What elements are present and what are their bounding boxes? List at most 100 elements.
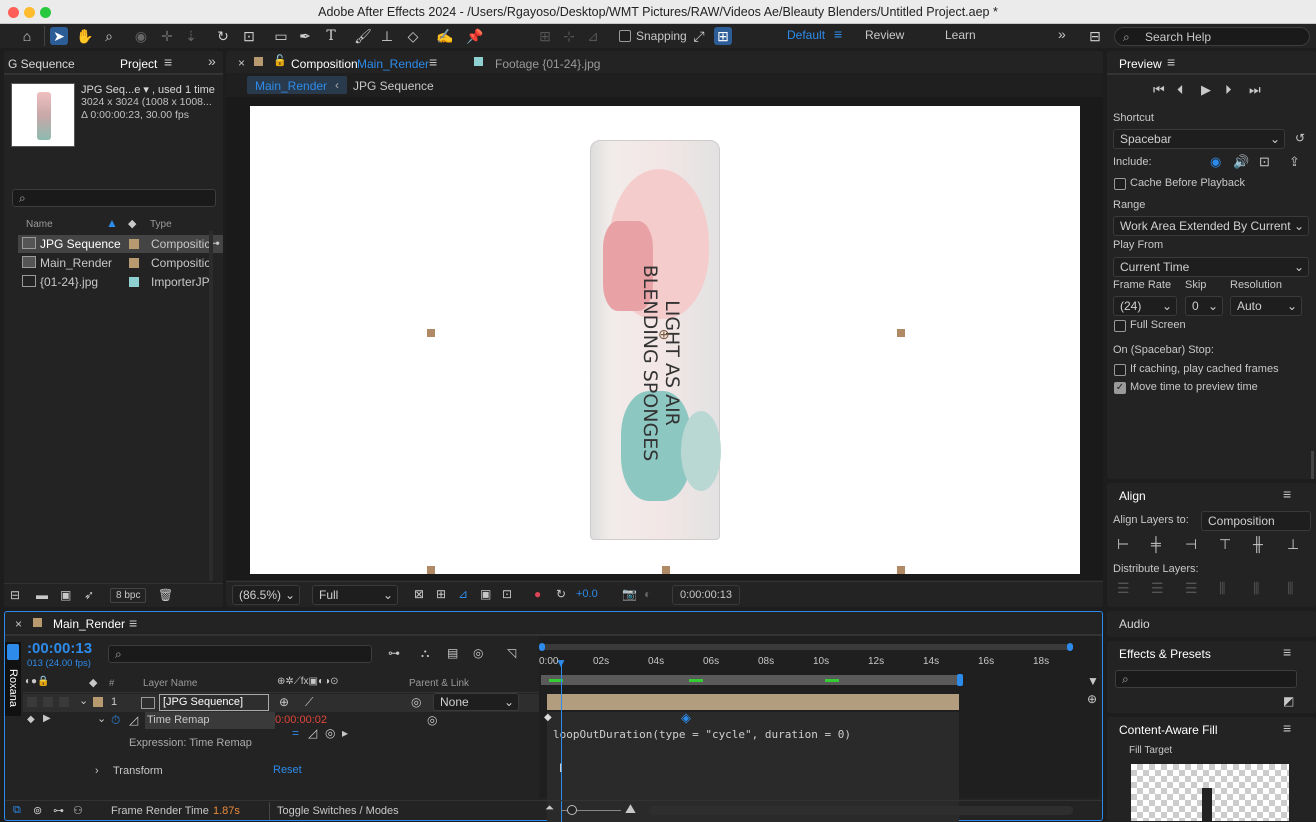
align-left-icon[interactable]: ⊢	[1117, 536, 1129, 553]
collapse-chevron-icon[interactable]: ⌄	[97, 712, 106, 725]
fast-preview-icon[interactable]: ⊠	[414, 587, 424, 601]
layer-row[interactable]: ⌄ 1 [JPG Sequence] ⊕ ⟋ ◎ None ⌄	[23, 693, 539, 712]
sort-ascending-icon[interactable]: ▲	[106, 216, 118, 230]
time-remap-row[interactable]: ◆ ▶ ⌄ ⏱ ◿ Time Remap 0:00:00:02 ◎	[23, 712, 539, 730]
audio-title[interactable]: Audio	[1119, 617, 1150, 631]
anchor-point-icon[interactable]: ⊕	[658, 326, 670, 343]
frame-blending-icon[interactable]: ▤	[447, 646, 458, 660]
last-frame-icon[interactable]: ⏭	[1249, 82, 1261, 98]
distribute-left-icon[interactable]: ⫼	[1219, 580, 1225, 597]
expression-enable-icon[interactable]: =	[292, 726, 299, 740]
layer-handle[interactable]	[897, 566, 905, 574]
quality-switch-icon[interactable]: ⟋	[305, 695, 313, 710]
include-overlays-icon[interactable]: ⊡	[1259, 154, 1270, 170]
expand-layers-icon[interactable]: ⊕	[1087, 692, 1097, 706]
solo-toggle[interactable]	[43, 697, 53, 707]
distribute-vcenter-icon[interactable]: ☰	[1151, 580, 1164, 597]
distribute-right-icon[interactable]: ⫼	[1287, 580, 1293, 597]
distribute-bottom-icon[interactable]: ☰	[1185, 580, 1198, 597]
render-queue-icon[interactable]: ➶	[84, 588, 94, 602]
axis-world-icon[interactable]: ⊹	[560, 27, 578, 45]
previous-frame-icon[interactable]: ⏴	[1177, 82, 1184, 98]
reset-shortcut-icon[interactable]: ↺	[1295, 131, 1305, 145]
home-icon[interactable]: ⌂	[18, 27, 36, 45]
breadcrumb-main-render[interactable]: Main_Render	[255, 79, 327, 93]
new-preset-icon[interactable]: ◩	[1283, 694, 1294, 708]
external-video-icon[interactable]: ⇪	[1289, 154, 1300, 170]
rectangle-tool-icon[interactable]: ▭	[272, 27, 290, 45]
panel-menu-icon[interactable]: ≡	[429, 54, 437, 70]
collapse-chevron-icon[interactable]: ⌄	[79, 694, 88, 707]
comp-flowchart-icon[interactable]: ⊶	[388, 646, 400, 660]
align-horizontal-center-icon[interactable]: ╪	[1151, 536, 1161, 552]
reset-exposure-icon[interactable]: ↻	[556, 587, 566, 601]
timeline-tab[interactable]: Main_Render	[53, 617, 125, 631]
roto-brush-tool-icon[interactable]: ✍	[436, 27, 454, 45]
current-time-display[interactable]: 0:00:00:13	[672, 585, 740, 605]
interpret-footage-icon[interactable]: ⊟	[10, 588, 20, 602]
show-snapshot-icon[interactable]: ◐	[644, 587, 651, 601]
layer-handle[interactable]	[897, 329, 905, 337]
selection-tool-icon[interactable]: ➤	[50, 27, 68, 45]
clone-stamp-tool-icon[interactable]: ⊥	[378, 27, 396, 45]
tab-footage[interactable]: Footage {01-24}.jpg	[495, 57, 600, 71]
keyframe-icon[interactable]: ◆	[544, 712, 552, 723]
include-video-icon[interactable]: ◉	[1210, 154, 1221, 170]
pen-tool-icon[interactable]: ✒	[296, 27, 314, 45]
skip-dropdown[interactable]: 0 ⌄	[1185, 296, 1223, 316]
panel-menu-icon[interactable]: ≡	[1283, 720, 1291, 736]
panel-menu-icon[interactable]: ≡	[1283, 486, 1291, 502]
panel-overflow-icon[interactable]: »	[208, 53, 216, 69]
pick-whip-icon[interactable]: ◎	[411, 695, 421, 709]
graph-icon[interactable]: ◿	[129, 713, 138, 727]
panel-menu-icon[interactable]: ≡	[1167, 54, 1175, 70]
hand-tool-icon[interactable]: ✋	[76, 27, 94, 45]
current-time-indicator[interactable]	[561, 660, 562, 822]
snap-features-icon[interactable]: ⊞	[714, 27, 732, 45]
play-from-dropdown[interactable]: Current Time ⌄	[1113, 257, 1309, 277]
layer-name-header[interactable]: Layer Name	[143, 678, 197, 689]
breadcrumb-jpg-sequence[interactable]: JPG Sequence	[353, 79, 434, 93]
stopwatch-icon[interactable]: ⏱	[111, 713, 120, 728]
workspace-default[interactable]: Default	[787, 28, 825, 42]
timeline-timecode[interactable]: :00:00:13	[27, 640, 92, 657]
switches-header-icon[interactable]: ⊕✲⟋fx▣◐◑⊙	[277, 676, 338, 687]
graph-editor-icon[interactable]: ◹	[507, 646, 516, 660]
workspace-learn[interactable]: Learn	[945, 28, 976, 42]
pan-camera-icon[interactable]: ✛	[158, 27, 176, 45]
expression-text[interactable]: loopOutDuration(type = "cycle", duration…	[553, 728, 851, 741]
label-column-icon[interactable]: ◆	[128, 217, 136, 230]
panel-menu-icon[interactable]: ≡	[1283, 644, 1291, 660]
column-name-header[interactable]: Name	[26, 219, 53, 230]
lock-toggle[interactable]	[59, 697, 69, 707]
range-dropdown[interactable]: Work Area Extended By Current ... ⌄	[1113, 216, 1309, 236]
keyframe-navigator-icon[interactable]: ◆	[27, 714, 35, 725]
collapse-transform-icon[interactable]: ⊕	[279, 695, 289, 709]
transfer-controls-icon[interactable]: ⊚	[33, 804, 42, 817]
project-item-row[interactable]: {01-24}.jpg ImporterJP	[18, 273, 223, 291]
brush-tool-icon[interactable]: 🖌	[354, 27, 372, 45]
work-area-end-handle[interactable]	[957, 674, 963, 686]
draft-3d-icon[interactable]: ⛬	[421, 646, 429, 661]
snapping-options-icon[interactable]: ⤢	[690, 27, 708, 45]
snapshot-icon[interactable]: 📷	[622, 587, 637, 601]
expand-triangle-icon[interactable]: ›	[95, 765, 99, 777]
composition-tab-prefix[interactable]: Composition	[291, 57, 358, 71]
workspace-review[interactable]: Review	[865, 28, 904, 42]
zoom-out-icon[interactable]: ⏶	[545, 802, 554, 815]
time-navigator-start[interactable]	[539, 643, 545, 651]
expression-pick-whip-icon[interactable]: ◎	[325, 726, 335, 740]
close-tab-icon[interactable]: ×	[238, 56, 245, 70]
rotation-tool-icon[interactable]: ↻	[214, 27, 232, 45]
frame-rate-dropdown[interactable]: (24) ⌄	[1113, 296, 1177, 316]
pick-whip-icon[interactable]: ◎	[427, 713, 437, 727]
composition-tab-name[interactable]: Main_Render	[357, 57, 429, 71]
playhead-icon[interactable]: ▼	[555, 656, 567, 670]
layer-handle[interactable]	[427, 329, 435, 337]
magnification-dropdown[interactable]: (86.5%) ⌄	[232, 585, 300, 605]
column-type-header[interactable]: Type	[150, 219, 172, 230]
timeline-horizontal-scrollbar[interactable]	[649, 806, 1073, 815]
type-tool-icon[interactable]: T	[322, 27, 340, 45]
grid-guides-icon[interactable]: ⊡	[502, 587, 512, 601]
timeline-search-input[interactable]: ⌕	[108, 645, 372, 663]
